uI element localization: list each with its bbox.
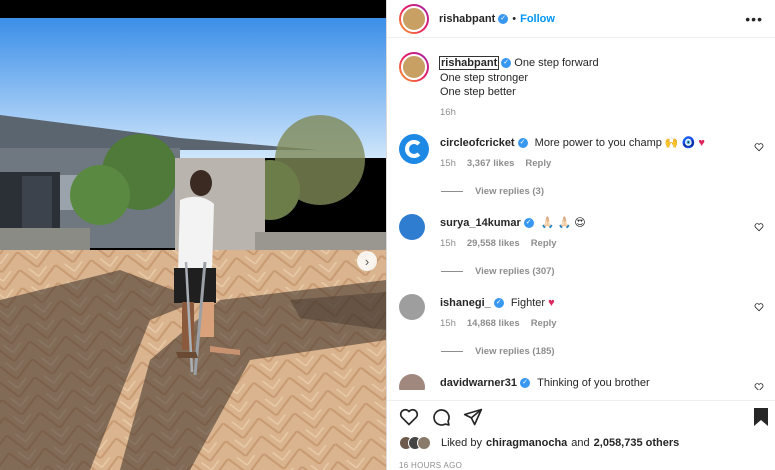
verified-badge-icon: ✓ (520, 378, 531, 389)
comment-text: Thinking of you brother (537, 377, 650, 389)
heart-icon[interactable] (399, 407, 419, 427)
comment-meta: 15h 3,367 likes Reply (440, 157, 705, 172)
reply-button[interactable]: Reply (531, 238, 557, 249)
comment-row: davidwarner31 ✓ Thinking of you brother (399, 374, 764, 390)
instagram-post-modal: › rishabpant ✓ • Follow ••• rishabpant ✓ … (0, 0, 775, 470)
comment-icon[interactable] (431, 407, 451, 427)
comment-username[interactable]: surya_14kumar (440, 217, 521, 229)
action-bar (387, 400, 775, 428)
comment-username[interactable]: davidwarner31 (440, 377, 517, 389)
separator-dot: • (512, 12, 517, 25)
comment-username[interactable]: circleofcricket (440, 137, 515, 149)
view-replies-label: View replies (185) (475, 346, 555, 357)
verified-badge-icon: ✓ (501, 58, 512, 69)
comment-text: Fighter (510, 297, 546, 309)
comment-username[interactable]: ishanegi_ (440, 297, 491, 309)
caption: rishabpant ✓ One step forward One step st… (399, 52, 764, 120)
verified-badge-icon: ✓ (493, 298, 504, 309)
verified-badge-icon: ✓ (517, 138, 528, 149)
comment-likes[interactable]: 3,367 likes (467, 158, 515, 169)
author-avatar-small[interactable] (399, 52, 429, 82)
caption-username[interactable]: rishabpant (438, 56, 500, 70)
comment-likes[interactable]: 14,868 likes (467, 318, 520, 329)
post-header: rishabpant ✓ • Follow ••• (387, 0, 775, 38)
comment-meta: 15h 29,558 likes Reply (440, 237, 586, 252)
post-photo[interactable]: › (0, 0, 386, 470)
caption-meta: 16h (440, 106, 599, 121)
view-replies-button[interactable]: View replies (3) (441, 186, 544, 197)
like-comment-heart-icon[interactable] (754, 222, 764, 232)
comment-text: More power to you champ 🙌 🧿 (534, 137, 696, 149)
comment-row: ishanegi_ ✓ Fighter ♥ 15h 14,868 likes Repl… (399, 294, 764, 331)
post-sidebar: rishabpant ✓ • Follow ••• rishabpant ✓ On… (386, 0, 775, 470)
caption-line-3: One step better (440, 86, 516, 98)
bookmark-icon[interactable] (753, 407, 769, 427)
post-timestamp[interactable]: 16 HOURS AGO (399, 461, 462, 470)
like-comment-heart-icon[interactable] (754, 142, 764, 152)
likes-summary: Liked by chiragmanocha and 2,058,735 oth… (399, 436, 679, 450)
reply-button[interactable]: Reply (531, 318, 557, 329)
view-replies-button[interactable]: View replies (307) (441, 266, 555, 277)
liked-by-and: and (571, 437, 590, 449)
caption-time: 16h (440, 106, 456, 118)
commenter-avatar[interactable] (399, 374, 425, 390)
liked-by-prefix: Liked by (441, 437, 482, 449)
commenter-avatar[interactable] (399, 134, 429, 164)
author-avatar[interactable] (399, 3, 429, 34)
view-replies-label: View replies (3) (475, 186, 544, 197)
chevron-right-icon: › (364, 253, 370, 269)
commenter-avatar[interactable] (399, 214, 425, 240)
verified-badge-icon: ✓ (523, 218, 534, 229)
photo-illustration (0, 0, 386, 470)
more-icon[interactable]: ••• (745, 11, 763, 27)
comment-row: surya_14kumar ✓ 🙏🏻 🙏🏻 😍 15h 29,558 likes Re… (399, 214, 764, 251)
comment-text: 🙏🏻 🙏🏻 😍 (540, 217, 586, 229)
comments-list[interactable]: rishabpant ✓ One step forward One step st… (387, 42, 775, 390)
author-username[interactable]: rishabpant (439, 13, 495, 25)
view-replies-button[interactable]: View replies (185) (441, 346, 555, 357)
caption-line-1: One step forward (514, 57, 599, 69)
next-photo-button[interactable]: › (357, 251, 377, 271)
liked-by-user[interactable]: chiragmanocha (486, 437, 567, 449)
follow-button[interactable]: Follow (520, 13, 555, 25)
reply-button[interactable]: Reply (525, 158, 551, 169)
commenter-avatar[interactable] (399, 294, 425, 320)
liker-avatar (417, 436, 431, 450)
verified-badge-icon: ✓ (498, 13, 509, 24)
comment-likes[interactable]: 29,558 likes (467, 238, 520, 249)
like-comment-heart-icon[interactable] (754, 382, 764, 390)
like-comment-heart-icon[interactable] (754, 302, 764, 312)
comment-meta: 15h 14,868 likes Reply (440, 317, 568, 332)
comment-time: 15h (440, 317, 456, 329)
red-heart-emoji: ♥ (548, 297, 555, 309)
caption-line-2: One step stronger (440, 71, 529, 84)
comment-time: 15h (440, 237, 456, 249)
comment-time: 15h (440, 157, 456, 169)
comment-row: circleofcricket ✓ More power to you champ… (399, 134, 764, 171)
view-replies-label: View replies (307) (475, 266, 555, 277)
red-heart-emoji: ♥ (698, 137, 705, 149)
likes-count[interactable]: 2,058,735 others (594, 437, 680, 449)
share-icon[interactable] (463, 407, 483, 427)
